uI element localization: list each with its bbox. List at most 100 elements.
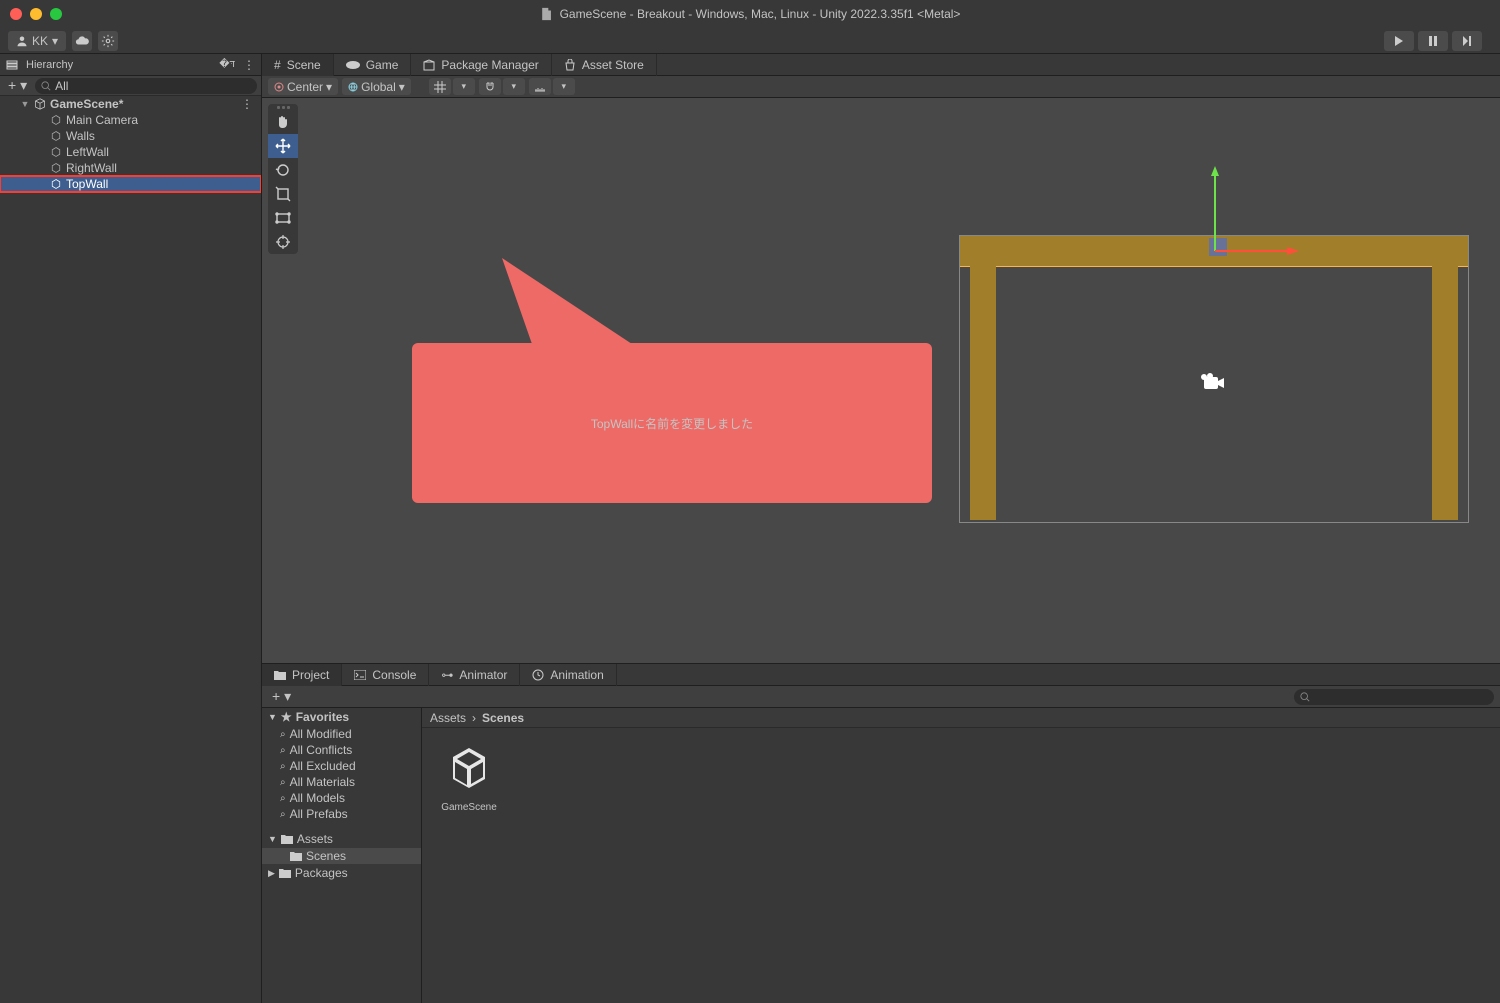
chevron-down-icon: ▾ <box>52 34 58 48</box>
magnet-button[interactable] <box>479 78 501 95</box>
window-title: GameScene - Breakout - Windows, Mac, Lin… <box>540 7 961 21</box>
pivot-mode-dropdown[interactable]: Center ▾ <box>268 78 338 95</box>
snap-settings-button[interactable]: ▾ <box>503 78 525 95</box>
hierarchy-item-main-camera[interactable]: Main Camera <box>0 112 261 128</box>
expand-toggle-icon[interactable]: ▼ <box>268 712 277 722</box>
hierarchy-toolbar: + ▾ All <box>0 76 261 96</box>
folder-label: Assets <box>297 832 333 846</box>
hierarchy-search[interactable]: All <box>35 78 257 94</box>
expand-toggle-icon[interactable]: ▶ <box>268 868 275 879</box>
playback-controls <box>1384 31 1482 51</box>
chevron-down-icon: ▾ <box>399 80 405 94</box>
search-icon: ⌕ <box>280 761 286 772</box>
grid-icon <box>434 81 446 93</box>
item-label: All Models <box>290 791 345 805</box>
hierarchy-tab[interactable]: Hierarchy <box>26 59 73 71</box>
animator-tab[interactable]: ⊶ Animator <box>429 664 520 686</box>
panel-menu-icon[interactable]: ⋮ <box>243 58 255 72</box>
fav-all-materials[interactable]: ⌕All Materials <box>262 774 421 790</box>
move-tool[interactable] <box>268 134 298 158</box>
game-tab[interactable]: Game <box>334 54 412 76</box>
tab-label: Game <box>366 58 399 72</box>
assets-folder[interactable]: ▼ Assets <box>262 830 421 848</box>
gameobject-icon <box>50 162 62 174</box>
scene-tab[interactable]: # Scene <box>262 54 334 76</box>
create-dropdown[interactable]: + ▾ <box>4 77 31 94</box>
cloud-button[interactable] <box>72 31 92 51</box>
fav-all-prefabs[interactable]: ⌕All Prefabs <box>262 806 421 822</box>
account-dropdown[interactable]: KK ▾ <box>8 31 66 51</box>
animation-tab[interactable]: Animation <box>520 664 616 686</box>
settings-button[interactable] <box>98 31 118 51</box>
cloud-icon <box>75 34 89 48</box>
maximize-window-button[interactable] <box>50 8 62 20</box>
snap-increment-button[interactable]: ▾ <box>453 78 475 95</box>
scene-viewport[interactable]: TopWallに名前を変更しました <box>262 98 1500 663</box>
hierarchy-tab-bar: Hierarchy �דּ ⋮ <box>0 54 261 76</box>
camera-gizmo[interactable] <box>1200 373 1226 396</box>
hierarchy-item-walls[interactable]: Walls <box>0 128 261 144</box>
space-mode-dropdown[interactable]: Global ▾ <box>342 78 411 95</box>
scene-toolbar: Center ▾ Global ▾ ▾ ▾ ▾ <box>262 76 1500 98</box>
hierarchy-tree[interactable]: ▼ GameScene* ⋮ Main Camera Walls LeftWal… <box>0 96 261 1003</box>
search-icon: ⌕ <box>280 777 286 788</box>
hand-tool[interactable] <box>268 110 298 134</box>
move-gizmo[interactable] <box>1209 166 1299 259</box>
star-icon: ★ <box>281 710 292 724</box>
project-create-dropdown[interactable]: + ▾ <box>268 688 295 705</box>
expand-toggle-icon[interactable]: ▼ <box>20 99 30 109</box>
search-icon: ⌕ <box>280 745 286 756</box>
tab-label: Package Manager <box>441 58 538 72</box>
minimize-window-button[interactable] <box>30 8 42 20</box>
space-label: Global <box>361 80 396 94</box>
tab-label: Animation <box>550 668 603 682</box>
scale-tool[interactable] <box>268 182 298 206</box>
increment-snap-button[interactable] <box>529 78 551 95</box>
scene-icon <box>34 98 46 110</box>
play-button[interactable] <box>1384 31 1414 51</box>
project-tab[interactable]: Project <box>262 664 342 686</box>
bottom-panel: Project Console ⊶ Animator Animation + ▾ <box>262 663 1500 1003</box>
grid-snap-button[interactable] <box>429 78 451 95</box>
package-manager-tab[interactable]: Package Manager <box>411 54 551 76</box>
fav-all-modified[interactable]: ⌕All Modified <box>262 726 421 742</box>
user-icon <box>16 35 28 47</box>
packages-folder[interactable]: ▶ Packages <box>262 864 421 882</box>
folder-icon <box>274 670 286 680</box>
scene-asset[interactable]: GameScene <box>434 740 504 813</box>
rect-tool[interactable] <box>268 206 298 230</box>
fav-all-excluded[interactable]: ⌕All Excluded <box>262 758 421 774</box>
close-window-button[interactable] <box>10 8 22 20</box>
gizmo-axes-icon <box>1209 166 1299 256</box>
gameobject-icon <box>50 130 62 142</box>
scene-menu-icon[interactable]: ⋮ <box>241 97 261 111</box>
fav-all-models[interactable]: ⌕All Models <box>262 790 421 806</box>
project-breadcrumb: Assets › Scenes <box>422 708 1500 728</box>
hierarchy-item-rightwall[interactable]: RightWall <box>0 160 261 176</box>
pause-icon <box>1428 36 1438 46</box>
project-search[interactable] <box>1294 689 1494 705</box>
item-label: TopWall <box>66 177 108 191</box>
asset-grid[interactable]: GameScene <box>422 728 1500 1003</box>
step-button[interactable] <box>1452 31 1482 51</box>
hierarchy-item-leftwall[interactable]: LeftWall <box>0 144 261 160</box>
console-tab[interactable]: Console <box>342 664 429 686</box>
breadcrumb-item[interactable]: Assets <box>430 711 466 725</box>
project-folder-tree[interactable]: ▼ ★ Favorites ⌕All Modified ⌕All Conflic… <box>262 708 422 1003</box>
pause-button[interactable] <box>1418 31 1448 51</box>
asset-store-tab[interactable]: Asset Store <box>552 54 657 76</box>
expand-toggle-icon[interactable]: ▼ <box>268 834 277 844</box>
search-icon <box>41 81 51 91</box>
scene-root-node[interactable]: ▼ GameScene* ⋮ <box>0 96 261 112</box>
favorites-header[interactable]: ▼ ★ Favorites <box>262 708 421 726</box>
chevron-right-icon: › <box>472 711 476 725</box>
rotate-tool[interactable] <box>268 158 298 182</box>
scenes-folder[interactable]: Scenes <box>262 848 421 864</box>
callout-text: TopWallに名前を変更しました <box>591 415 753 432</box>
transform-tool[interactable] <box>268 230 298 254</box>
breadcrumb-item[interactable]: Scenes <box>482 711 524 725</box>
increment-settings-button[interactable]: ▾ <box>553 78 575 95</box>
fav-all-conflicts[interactable]: ⌕All Conflicts <box>262 742 421 758</box>
hierarchy-item-topwall[interactable]: TopWall <box>0 176 261 192</box>
panel-lock-icon[interactable]: �דּ <box>219 59 235 70</box>
